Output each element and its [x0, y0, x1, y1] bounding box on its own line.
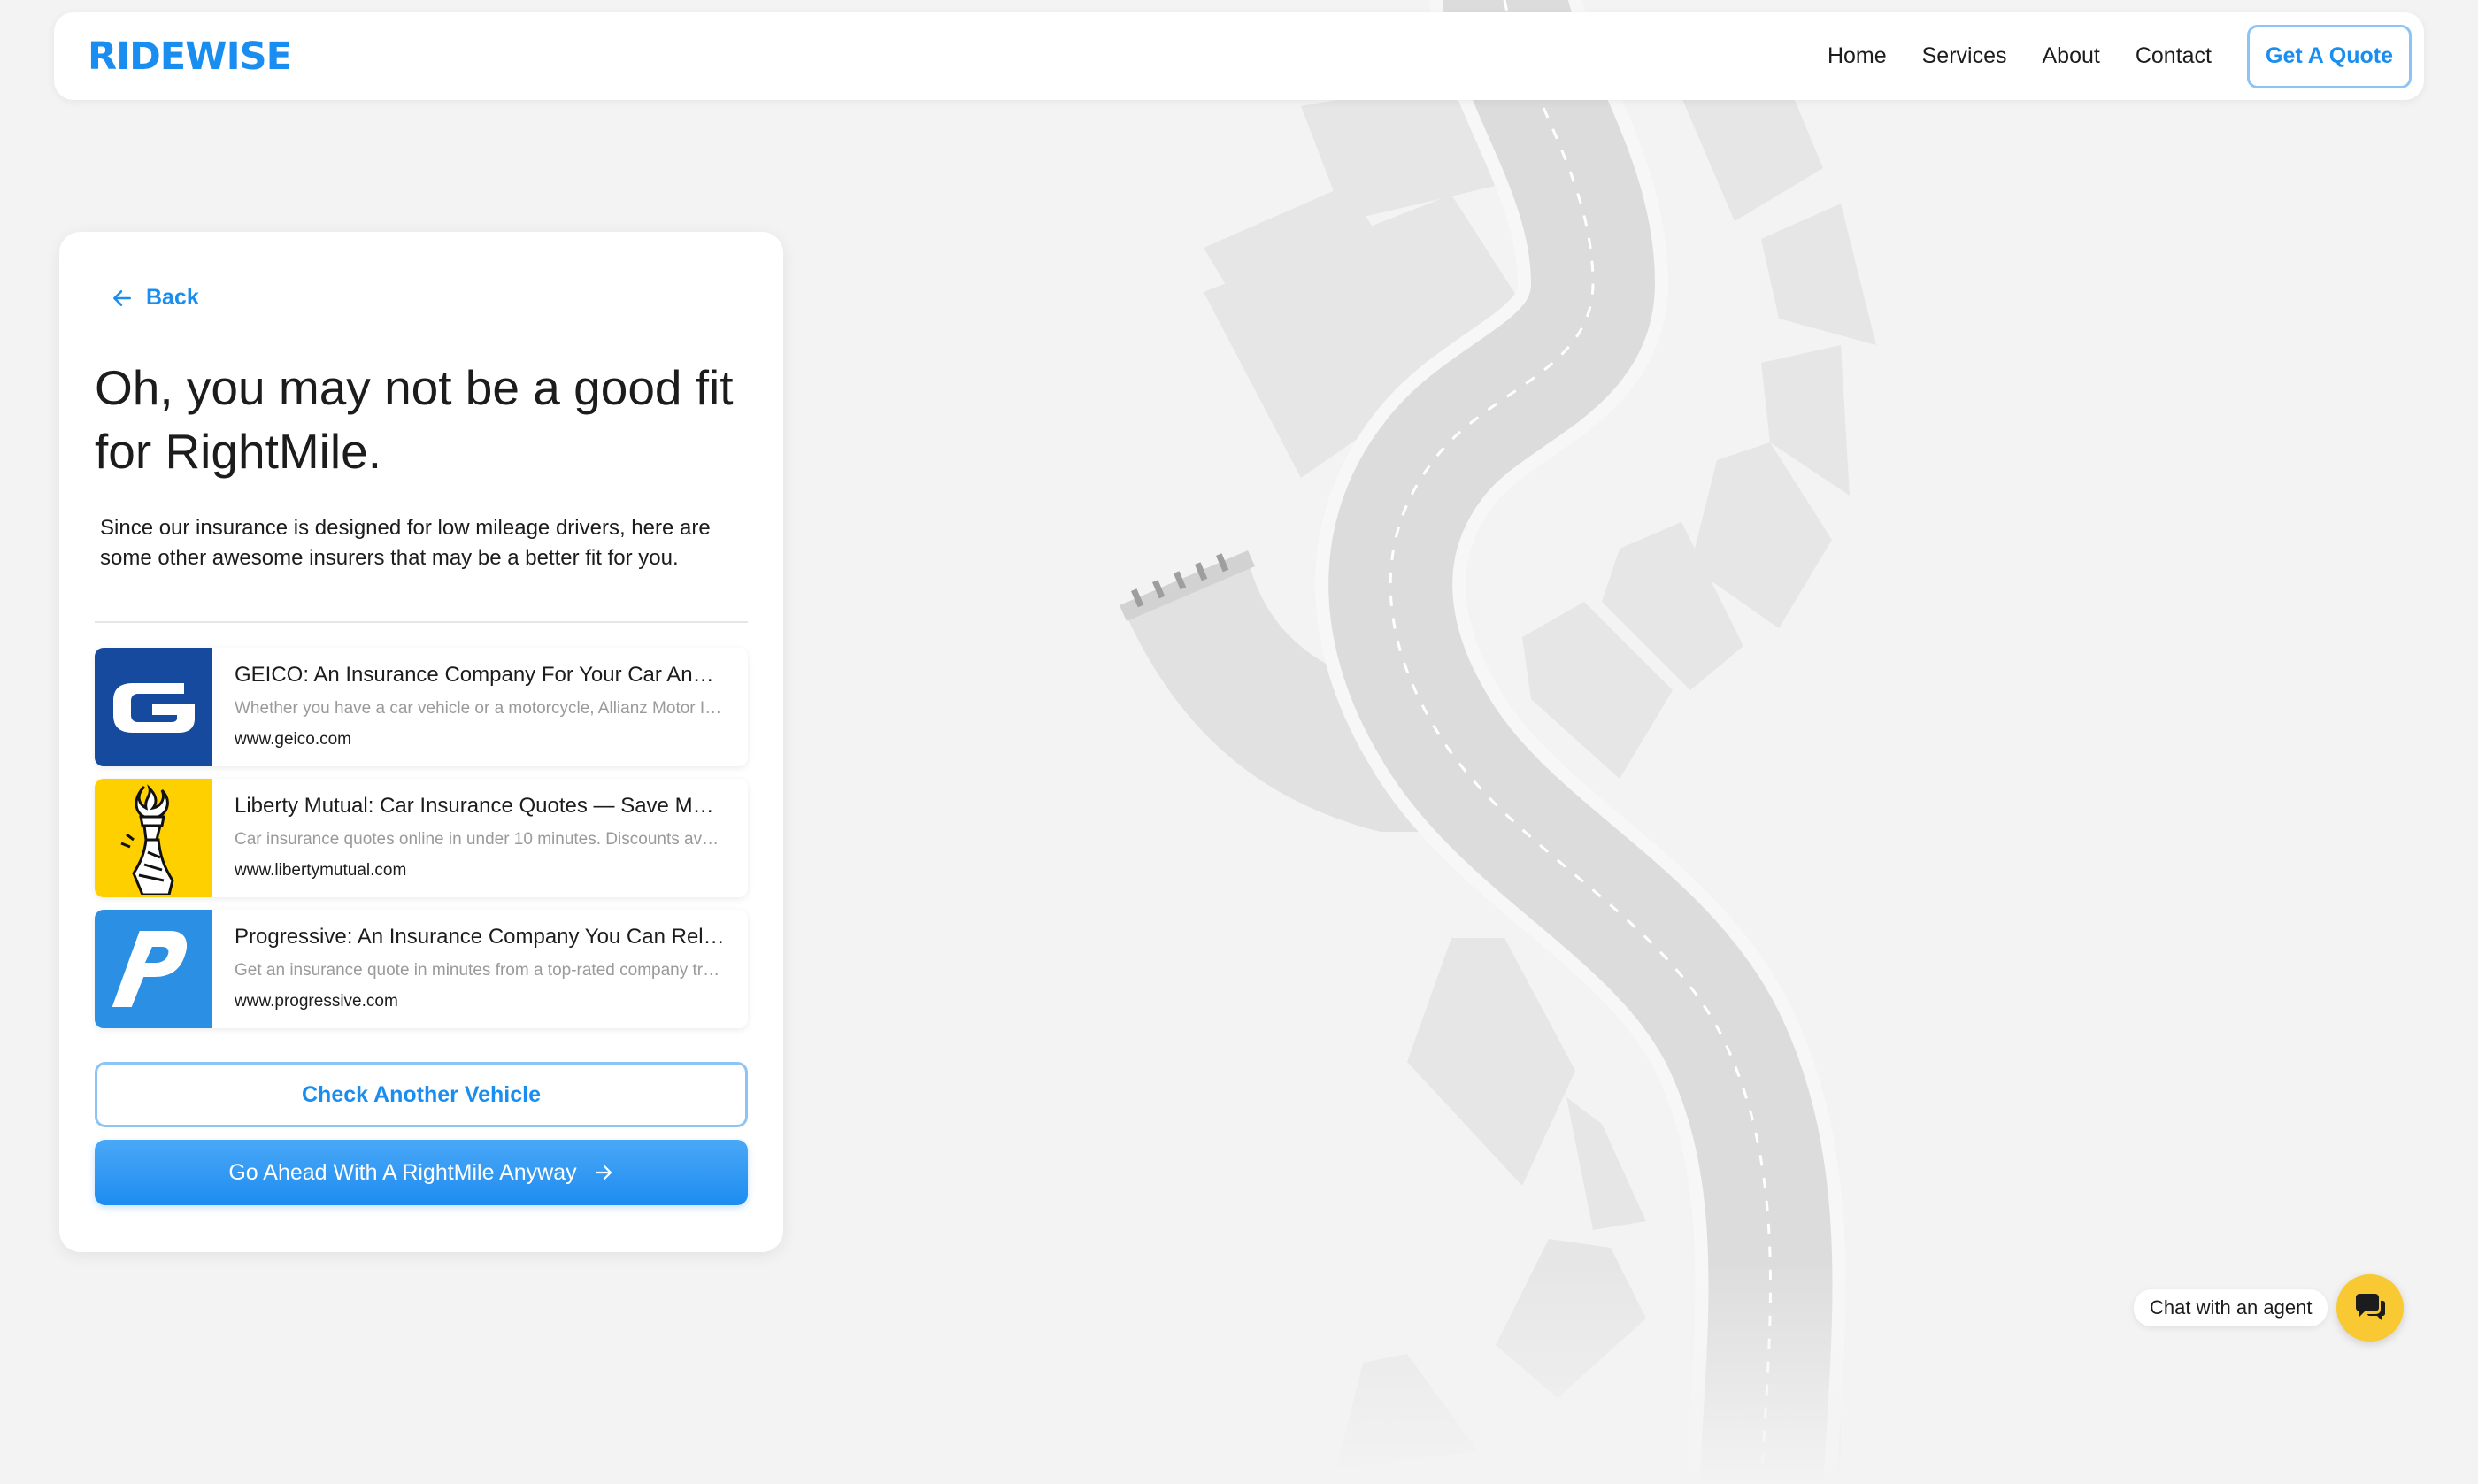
result-snippet: Get an insurance quote in minutes from a…	[235, 961, 725, 980]
nav-services[interactable]: Services	[1922, 43, 2007, 69]
chat-widget: Chat with an agent	[2134, 1274, 2405, 1342]
main-nav: Home Services About Contact Get A Quote	[1792, 24, 2412, 88]
arrow-left-icon	[113, 289, 131, 306]
result-title: GEICO: An Insurance Company For Your Car…	[235, 663, 725, 687]
result-url: www.libertymutual.com	[235, 861, 407, 880]
nav-home[interactable]: Home	[1828, 43, 1887, 69]
nav-about[interactable]: About	[2043, 43, 2100, 69]
chat-label[interactable]: Chat with an agent	[2134, 1289, 2328, 1326]
go-ahead-label: Go Ahead With A RightMile Anyway	[228, 1159, 577, 1185]
get-a-quote-button[interactable]: Get A Quote	[2247, 24, 2412, 88]
progressive-logo	[95, 910, 212, 1028]
result-card: Back Oh, you may not be a good fit for R…	[59, 232, 783, 1252]
arrow-right-icon	[595, 1165, 612, 1180]
result-title: Progressive: An Insurance Company You Ca…	[235, 925, 725, 949]
insurer-list: GEICO: An Insurance Company For Your Car…	[95, 648, 748, 1041]
liberty-mutual-logo	[95, 779, 212, 897]
geico-logo	[95, 648, 212, 766]
result-snippet: Whether you have a car vehicle or a moto…	[235, 699, 725, 718]
liberty-torch-icon	[120, 784, 174, 895]
result-url: www.progressive.com	[235, 992, 398, 1011]
nav-contact[interactable]: Contact	[2136, 43, 2212, 69]
result-snippet: Car insurance quotes online in under 10 …	[235, 830, 725, 849]
page-title: Oh, you may not be a good fit for RightM…	[95, 360, 734, 479]
back-label: Back	[146, 285, 199, 310]
ridewise-logo[interactable]: RIDEWISE	[88, 34, 292, 79]
insurer-result-progressive[interactable]: Progressive: An Insurance Company You Ca…	[95, 910, 748, 1028]
divider	[95, 621, 748, 623]
geico-g-icon	[113, 683, 195, 733]
result-title: Liberty Mutual: Car Insurance Quotes — S…	[235, 794, 725, 818]
insurer-result-liberty-mutual[interactable]: Liberty Mutual: Car Insurance Quotes — S…	[95, 779, 748, 897]
check-another-vehicle-button[interactable]: Check Another Vehicle	[95, 1062, 748, 1127]
result-url: www.geico.com	[235, 730, 351, 749]
page-description: Since our insurance is designed for low …	[100, 516, 711, 570]
back-button[interactable]: Back	[111, 285, 199, 311]
progressive-p-icon	[112, 931, 188, 1007]
chat-button[interactable]	[2336, 1274, 2405, 1342]
top-navbar: RIDEWISE Home Services About Contact Get…	[54, 12, 2424, 100]
go-ahead-anyway-button[interactable]: Go Ahead With A RightMile Anyway	[95, 1140, 748, 1205]
chat-bubbles-icon	[2356, 1294, 2386, 1321]
logo-wordmark: RIDEWISE	[88, 34, 292, 79]
insurer-result-geico[interactable]: GEICO: An Insurance Company For Your Car…	[95, 648, 748, 766]
